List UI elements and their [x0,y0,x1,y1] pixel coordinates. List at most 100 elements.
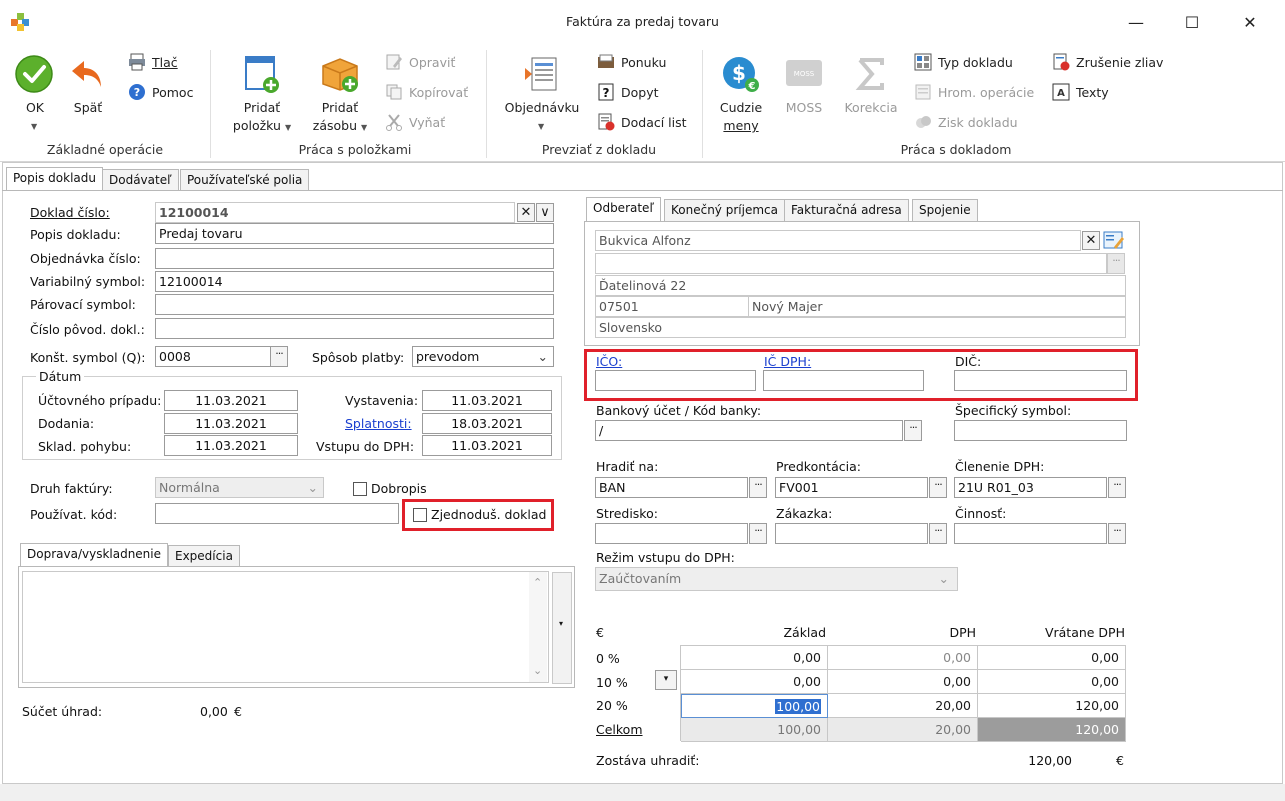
bank-browse-button[interactable]: ··· [904,420,922,441]
due-date-field[interactable]: 18.03.2021 [422,413,552,434]
var-sym-field[interactable]: 12100014 [155,271,554,292]
pay-to-field[interactable]: BAN [595,477,748,498]
texts-button[interactable]: A Texty [1052,81,1109,103]
rate-0-base[interactable]: 0,00 [681,646,828,670]
tab-final-recipient[interactable]: Konečný príjemca [664,199,785,221]
cancel-discounts-button[interactable]: Zrušenie zliav [1052,51,1163,73]
rate-20-label: 20 % [596,698,628,713]
ok-button[interactable]: OK ▼ [12,52,58,142]
user-code-field[interactable] [155,503,399,524]
maximize-button[interactable]: ☐ [1169,6,1215,38]
add-stock-button[interactable]: Pridať zásobu ▼ [308,52,372,138]
inquiry-button[interactable]: ? Dopyt [597,81,659,103]
customer-country-field[interactable]: Slovensko [595,317,1126,338]
print-button[interactable]: Tlač [128,51,178,73]
clear-customer-button[interactable]: ✕ [1082,231,1100,250]
edit-customer-button[interactable] [1103,230,1125,251]
vat-mode-select[interactable]: Zaúčtovaním ⌄ [595,567,958,591]
due-date-link[interactable]: Splatnosti: [345,416,412,431]
pair-sym-field[interactable] [155,294,554,315]
profit-button[interactable]: Zisk dokladu [914,111,1018,133]
correction-button[interactable]: Korekcia [838,52,904,122]
payment-select[interactable]: prevodom ⌄ [412,346,554,367]
rate-10-dropdown-button[interactable]: ▾ [655,670,677,690]
stock-date-field[interactable]: 11.03.2021 [164,435,298,456]
activity-field[interactable] [954,523,1107,544]
ic-dph-link[interactable]: IČ DPH: [764,354,811,369]
customer-street-field[interactable]: Ďatelinová 22 [595,275,1126,296]
orig-doc-field[interactable] [155,318,554,339]
foreign-currency-button[interactable]: $ € Cudzie meny [712,52,770,142]
customer-city-field[interactable]: Nový Majer [748,296,1126,317]
dic-field[interactable] [954,370,1127,391]
order-no-field[interactable] [155,248,554,269]
tab-shipping[interactable]: Doprava/vyskladnenie [20,543,169,567]
doc-no-dropdown-button[interactable]: ∨ [536,203,554,222]
ellipsis-icon: ··· [934,478,942,491]
pay-to-browse-button[interactable]: ··· [749,477,767,498]
const-sym-browse-button[interactable]: ··· [270,346,288,367]
back-button[interactable]: Späť [66,52,110,122]
acc-case-date-field[interactable]: 11.03.2021 [164,390,298,411]
spec-sym-field[interactable] [954,420,1127,441]
vat-entry-date-field[interactable]: 11.03.2021 [422,435,552,456]
precontation-field[interactable]: FV001 [775,477,928,498]
desc-field[interactable]: Predaj tovaru [155,223,554,244]
close-button[interactable]: ✕ [1227,6,1273,38]
delivery-date-field[interactable]: 11.03.2021 [164,413,298,434]
help-button[interactable]: ? Pomoc [128,81,193,103]
tab-connection[interactable]: Spojenie [912,199,978,221]
delivery-note-label: Dodací list [621,114,687,130]
vat-split-field[interactable]: 21U R01_03 [954,477,1107,498]
ico-link[interactable]: IČO: [596,354,622,369]
order-button[interactable]: Objednávku ▼ [500,52,584,138]
delivery-note-button[interactable]: Dodací list [597,111,687,133]
customer-zip-field[interactable]: 07501 [595,296,749,317]
center-browse-button[interactable]: ··· [749,523,767,544]
total-base: 100,00 [681,718,828,742]
shipping-scrollbar[interactable]: ⌃ ⌄ [529,572,547,682]
customer-line2-browse-button[interactable]: ··· [1107,253,1125,274]
issue-date-field[interactable]: 11.03.2021 [422,390,552,411]
vat-mode-value: Zaúčtovaním [599,571,682,586]
clear-doc-no-button[interactable]: ✕ [517,203,535,222]
customer-line2-field[interactable] [595,253,1107,274]
bulk-operations-button[interactable]: Hrom. operácie [914,81,1034,103]
center-field[interactable] [595,523,748,544]
bank-field[interactable]: / [595,420,903,441]
copy-button[interactable]: Kopírovať [385,81,468,103]
credit-note-checkbox[interactable] [353,482,367,496]
edit-button[interactable]: Opraviť [385,51,455,73]
precontation-browse-button[interactable]: ··· [929,477,947,498]
customer-name-field[interactable]: Bukvica Alfonz [595,230,1081,251]
tab-supplier[interactable]: Dodávateľ [102,169,179,191]
doc-type-button[interactable]: Typ dokladu [914,51,1013,73]
cut-button[interactable]: Vyňať [385,111,445,133]
offer-button[interactable]: Ponuku [597,51,666,73]
rate-10-base[interactable]: 0,00 [681,670,828,694]
tab-customer[interactable]: Odberateľ [586,197,661,221]
var-sym-label: Variabilný symbol: [30,274,146,289]
tab-user-fields[interactable]: Používateľské polia [180,169,310,191]
moss-button[interactable]: MOSS MOSS [776,52,832,122]
simplified-doc-checkbox[interactable] [413,508,427,522]
invoice-type-select[interactable]: Normálna ⌄ [155,477,324,498]
ico-field[interactable] [595,370,756,391]
tab-expedition[interactable]: Expedícia [168,545,240,567]
contract-field[interactable] [775,523,928,544]
tab-description[interactable]: Popis dokladu [6,167,103,191]
add-item-button[interactable]: Pridať položku ▼ [230,52,294,138]
orig-doc-label: Číslo pôvod. dokl.: [30,322,145,337]
shipping-textarea[interactable] [22,571,549,683]
ic-dph-field[interactable] [763,370,924,391]
tab-billing-address[interactable]: Fakturačná adresa [784,199,909,221]
const-sym-field[interactable]: 0008 [155,346,271,367]
shipping-side-button[interactable]: ▾ [552,572,572,684]
minimize-button[interactable]: — [1113,6,1159,38]
rate-20-base-cell[interactable]: 100,00 [681,694,828,718]
vat-split-browse-button[interactable]: ··· [1108,477,1126,498]
activity-browse-button[interactable]: ··· [1108,523,1126,544]
contract-browse-button[interactable]: ··· [929,523,947,544]
doc-no-field[interactable]: 12100014 [155,202,515,223]
col-base-header: Základ [783,625,826,640]
